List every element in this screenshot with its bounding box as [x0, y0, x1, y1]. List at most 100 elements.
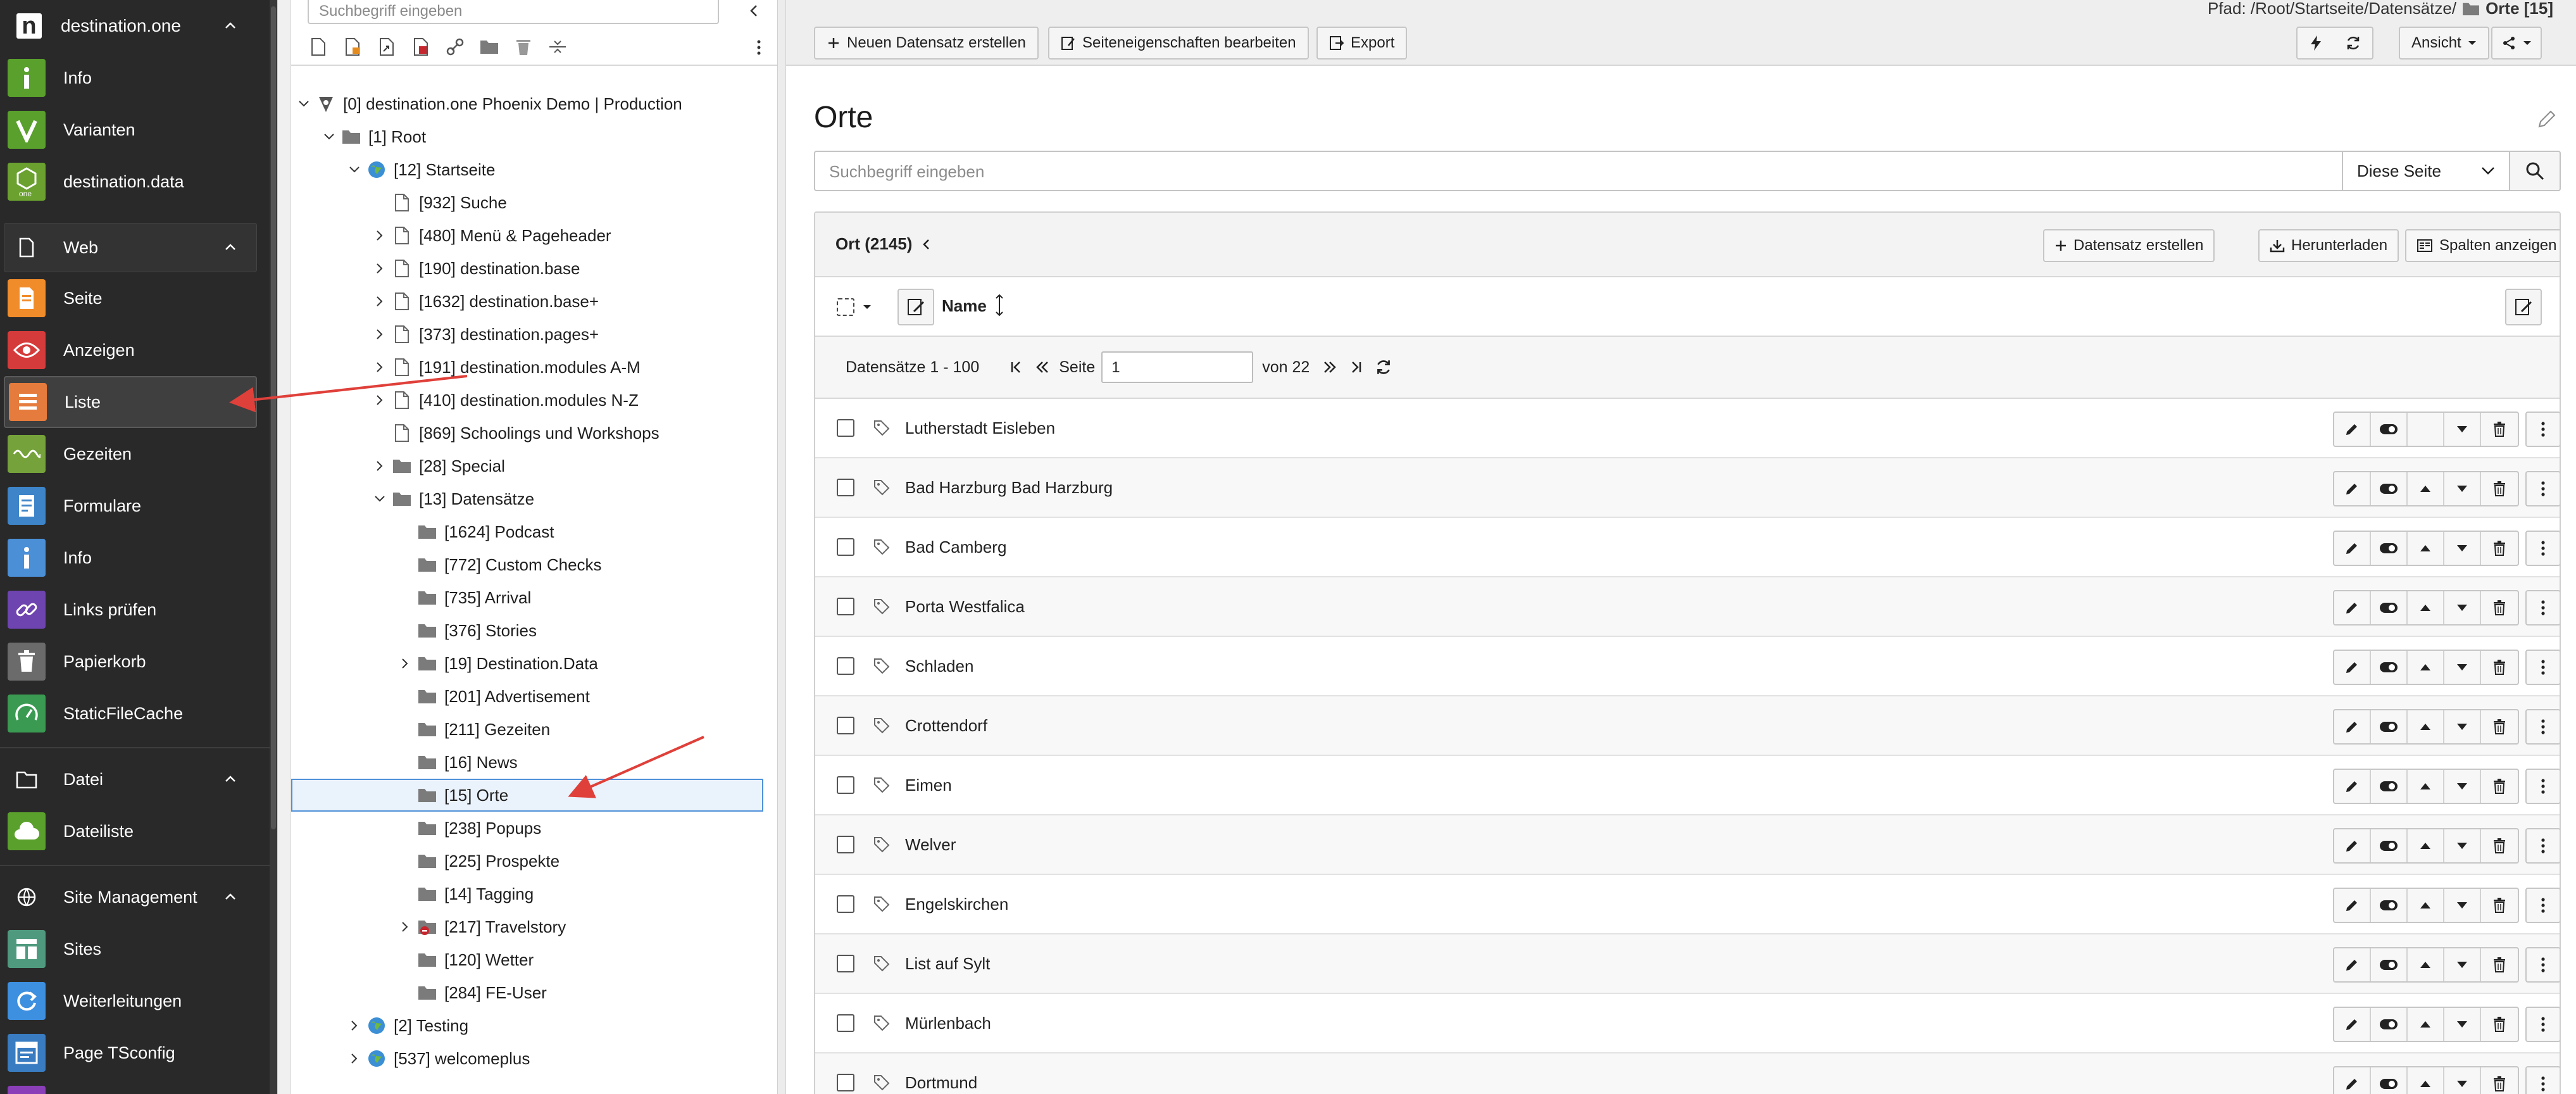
tree-node[interactable]: [373] destination.pages+ [372, 319, 599, 349]
module-papierkorb[interactable]: Papierkorb [0, 636, 270, 688]
tree-expanded-toggle-icon[interactable] [322, 129, 337, 144]
tree-node[interactable]: [537] welcomeplus [347, 1043, 530, 1074]
tree-collapsed-toggle-icon[interactable] [372, 458, 387, 474]
row-name[interactable]: Welver [905, 835, 956, 855]
toggle-button[interactable] [2371, 1008, 2408, 1041]
tree-node[interactable]: [28] Special [372, 451, 505, 481]
tree-node[interactable]: [12] Startseite [347, 154, 495, 185]
module-staticfilecache[interactable]: StaticFileCache [0, 688, 270, 739]
trash-button[interactable] [2481, 889, 2518, 922]
pencil-button[interactable] [2334, 829, 2371, 862]
row-name[interactable]: Engelskirchen [905, 895, 1008, 914]
module-next[interactable] [0, 1079, 270, 1094]
row-more-button[interactable] [2525, 769, 2560, 804]
column-name-header[interactable]: Name [942, 296, 987, 316]
row-name[interactable]: Schladen [905, 657, 973, 676]
move-down-button[interactable] [2444, 591, 2481, 624]
show-columns-button[interactable]: Spalten anzeigen [2405, 229, 2560, 262]
tree-expanded-toggle-icon[interactable] [296, 96, 311, 111]
module-info[interactable]: Info [0, 52, 270, 104]
pencil-icon[interactable] [2535, 109, 2557, 130]
module-sites[interactable]: Sites [0, 923, 270, 975]
group-site-management[interactable]: Site Management [0, 871, 270, 923]
new-page-icon[interactable] [306, 35, 330, 59]
move-down-button[interactable] [2444, 710, 2481, 743]
module-seite[interactable]: Seite [0, 272, 270, 324]
row-checkbox[interactable] [837, 776, 854, 794]
tree-node[interactable]: [13] Datensätze [372, 484, 534, 514]
refresh-icon[interactable] [1374, 358, 1393, 377]
export-button[interactable]: Export [1316, 27, 1408, 60]
toggle-button[interactable] [2371, 591, 2408, 624]
module-varianten[interactable]: Varianten [0, 104, 270, 156]
table-row[interactable]: Porta Westfalica [815, 577, 2560, 637]
edit-column-button[interactable] [897, 289, 934, 325]
module-gezeiten[interactable]: Gezeiten [0, 428, 270, 480]
trash-button[interactable] [2481, 829, 2518, 862]
last-page-icon[interactable] [1350, 360, 1363, 374]
tree-collapsed-toggle-icon[interactable] [372, 294, 387, 309]
module-anzeigen[interactable]: Anzeigen [0, 324, 270, 376]
row-name[interactable]: List auf Sylt [905, 954, 990, 974]
row-more-button[interactable] [2525, 828, 2560, 864]
tree-node[interactable]: [869] Schoolings und Workshops [372, 418, 660, 448]
tree-node[interactable]: [14] Tagging [397, 879, 534, 909]
row-checkbox[interactable] [837, 717, 854, 734]
tree-expanded-toggle-icon[interactable] [372, 491, 387, 506]
table-row[interactable]: Bad Camberg [815, 518, 2560, 577]
row-more-button[interactable] [2525, 650, 2560, 685]
row-name[interactable]: Mürlenbach [905, 1014, 991, 1033]
row-checkbox[interactable] [837, 598, 854, 615]
move-up-button[interactable] [2408, 948, 2444, 981]
chevron-up-icon[interactable] [223, 240, 238, 255]
collapse-tree-icon[interactable] [744, 1, 763, 20]
row-more-button[interactable] [2525, 590, 2560, 626]
new-link-icon[interactable] [443, 35, 467, 59]
row-checkbox[interactable] [837, 836, 854, 853]
module-info-web[interactable]: Info [0, 532, 270, 584]
pencil-button[interactable] [2334, 591, 2371, 624]
brand-group-header[interactable]: n destination.one [0, 0, 270, 52]
move-up-button[interactable] [2408, 472, 2444, 505]
row-checkbox[interactable] [837, 1014, 854, 1032]
tree-node[interactable]: [2] Testing [347, 1010, 468, 1041]
sort-icon[interactable] [995, 294, 1004, 317]
trash-button[interactable] [2481, 948, 2518, 981]
trash-button[interactable] [2481, 651, 2518, 684]
table-row[interactable]: Lutherstadt Eisleben [815, 399, 2560, 458]
row-more-button[interactable] [2525, 888, 2560, 923]
row-more-button[interactable] [2525, 471, 2560, 506]
row-name[interactable]: Bad Harzburg Bad Harzburg [905, 478, 1113, 498]
search-button[interactable] [2510, 151, 2561, 191]
tree-content-resizer[interactable] [777, 0, 786, 1094]
move-up-button[interactable] [2408, 889, 2444, 922]
row-more-button[interactable] [2525, 531, 2560, 566]
tree-node[interactable]: [1] Root [322, 122, 426, 152]
tree-node[interactable]: [376] Stories [397, 615, 537, 646]
row-checkbox[interactable] [837, 419, 854, 437]
tree-collapsed-toggle-icon[interactable] [397, 919, 413, 934]
tree-node[interactable]: [225] Prospekte [397, 846, 560, 876]
tree-collapsed-toggle-icon[interactable] [372, 393, 387, 408]
move-down-button[interactable] [2444, 413, 2481, 446]
trash-button[interactable] [2481, 413, 2518, 446]
new-shortcut-icon[interactable] [375, 35, 399, 59]
row-name[interactable]: Crottendorf [905, 716, 987, 736]
pencil-button[interactable] [2334, 1067, 2371, 1094]
pencil-button[interactable] [2334, 710, 2371, 743]
new-recycler-icon[interactable] [511, 35, 535, 59]
chevron-up-icon[interactable] [223, 890, 238, 905]
row-checkbox[interactable] [837, 955, 854, 972]
pencil-button[interactable] [2334, 413, 2371, 446]
download-button[interactable]: Herunterladen [2258, 229, 2399, 262]
table-row[interactable]: Bad Harzburg Bad Harzburg [815, 458, 2560, 518]
row-name[interactable]: Bad Camberg [905, 538, 1006, 557]
toggle-button[interactable] [2371, 472, 2408, 505]
group-web[interactable]: Web [0, 222, 270, 274]
row-name[interactable]: Lutherstadt Eisleben [905, 418, 1055, 438]
module-menu-scroll-thumb[interactable] [271, 6, 276, 829]
tree-node[interactable]: [191] destination.modules A-M [372, 352, 641, 382]
move-up-button[interactable] [2408, 1067, 2444, 1094]
tree-search-input[interactable]: Suchbegriff eingeben [308, 0, 719, 24]
tree-node[interactable]: [120] Wetter [397, 945, 534, 975]
